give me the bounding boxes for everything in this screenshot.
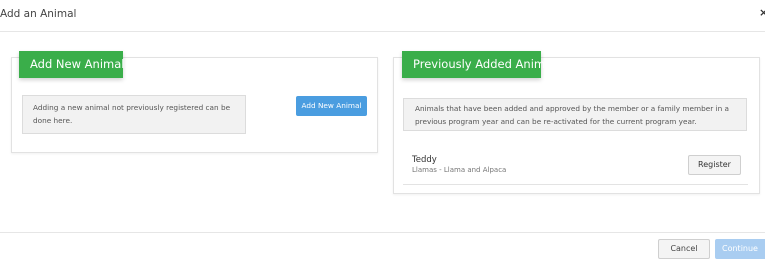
previously-added-animals-description: Animals that have been added and approve… (403, 98, 747, 131)
add-new-animal-heading: Add New Animal (19, 51, 124, 78)
add-new-animal-description: Adding a new animal not previously regis… (22, 95, 246, 134)
modal-header: Add an Animal × (0, 0, 765, 32)
animal-name: Teddy (412, 155, 437, 165)
animal-type: Llamas - Llama and Alpaca (412, 166, 507, 174)
close-icon[interactable]: × (759, 7, 765, 18)
continue-button[interactable]: Continue (715, 239, 765, 259)
modal-footer-divider (0, 232, 765, 233)
register-button[interactable]: Register (688, 155, 741, 175)
list-divider (403, 184, 748, 185)
add-new-animal-button[interactable]: Add New Animal (296, 96, 367, 116)
previously-added-animals-heading: Previously Added Animals (402, 51, 561, 78)
cancel-button[interactable]: Cancel (658, 239, 710, 259)
modal-title: Add an Animal (0, 8, 77, 20)
